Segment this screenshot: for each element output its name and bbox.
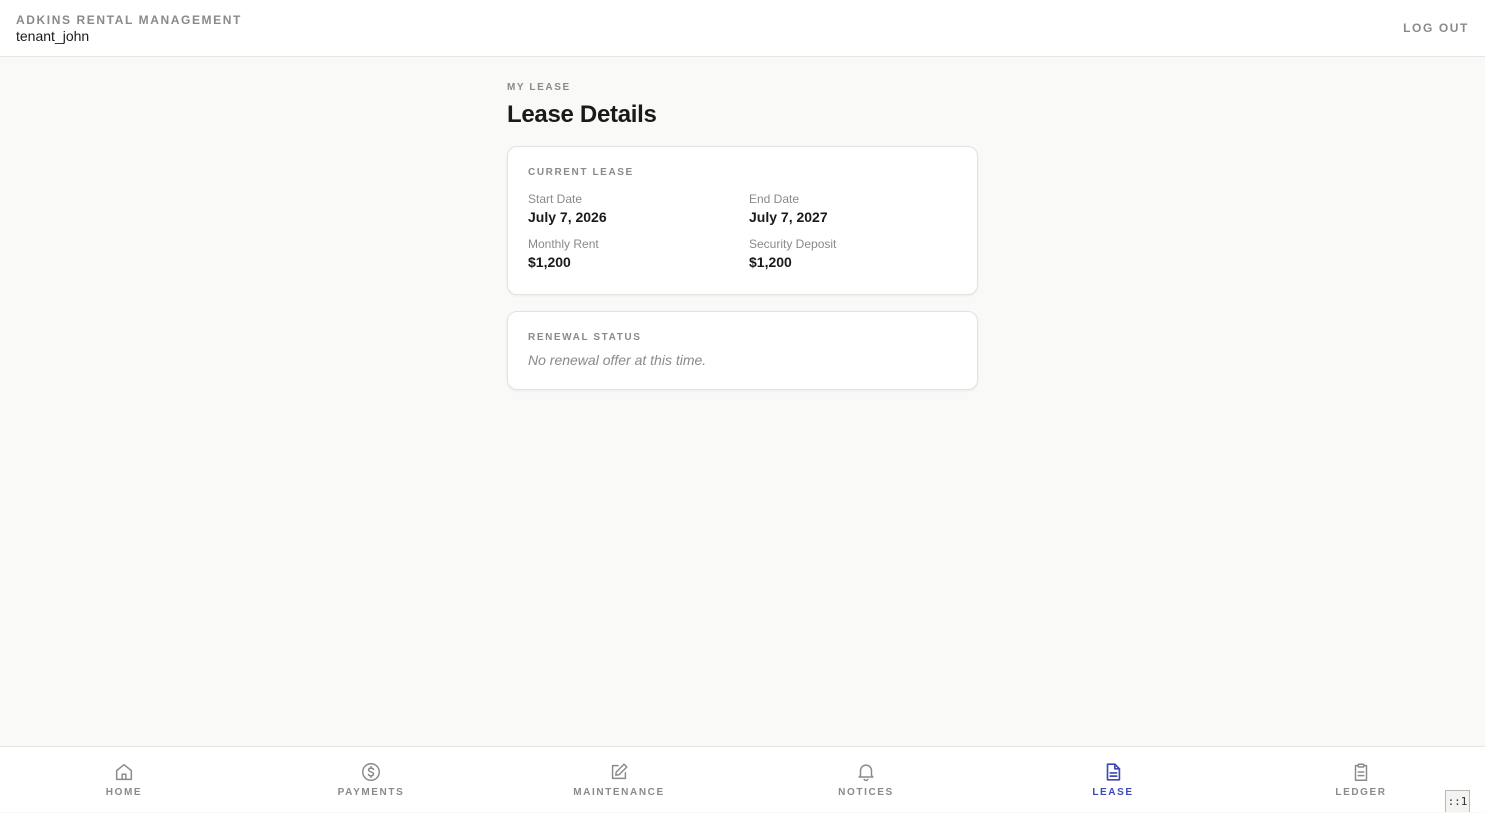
nav-label-home: HOME [105, 787, 143, 798]
document-icon [1106, 763, 1121, 781]
current-lease-card: CURRENT LEASE Start Date July 7, 2026 En… [507, 146, 978, 295]
nav-item-payments[interactable]: PAYMENTS [311, 747, 431, 813]
end-date-label: End Date [749, 192, 800, 206]
nav-item-ledger[interactable]: LEDGER [1301, 747, 1421, 813]
nav-item-home[interactable]: HOME [64, 747, 184, 813]
bottom-nav: HOME PAYMENTS MAINTENANCE NOTICES LEASE [0, 746, 1485, 812]
start-date-label: Start Date [528, 192, 583, 206]
end-date-field: End Date July 7, 2027 [749, 192, 957, 225]
page-title: Lease Details [507, 101, 657, 128]
nav-label-notices: NOTICES [838, 787, 894, 798]
bell-icon [858, 764, 874, 782]
edit-icon [611, 763, 628, 780]
monthly-rent-value: $1,200 [528, 254, 571, 270]
monthly-rent-label: Monthly Rent [528, 237, 599, 251]
corner-tag: ::1 [1445, 790, 1470, 812]
username: tenant_john [16, 28, 90, 44]
start-date-field: Start Date July 7, 2026 [528, 192, 749, 225]
lease-details-grid: Start Date July 7, 2026 End Date July 7,… [528, 192, 957, 270]
end-date-value: July 7, 2027 [749, 209, 828, 225]
nav-label-lease: LEASE [1092, 787, 1134, 798]
security-deposit-field: Security Deposit $1,200 [749, 237, 957, 270]
security-deposit-value: $1,200 [749, 254, 792, 270]
nav-item-lease[interactable]: LEASE [1053, 747, 1173, 813]
monthly-rent-field: Monthly Rent $1,200 [528, 237, 749, 270]
home-icon [115, 763, 133, 781]
start-date-value: July 7, 2026 [528, 209, 607, 225]
renewal-status-label: RENEWAL STATUS [528, 332, 642, 343]
nav-item-notices[interactable]: NOTICES [806, 747, 926, 813]
security-deposit-label: Security Deposit [749, 237, 837, 251]
page-eyebrow: MY LEASE [507, 82, 571, 93]
clipboard-icon [1354, 763, 1368, 781]
brand-name: ADKINS RENTAL MANAGEMENT [16, 13, 242, 27]
main-content: MY LEASE Lease Details CURRENT LEASE Sta… [507, 57, 978, 390]
logout-button[interactable]: LOG OUT [1403, 21, 1469, 35]
renewal-status-text: No renewal offer at this time. [528, 352, 707, 368]
renewal-status-card: RENEWAL STATUS No renewal offer at this … [507, 311, 978, 390]
current-lease-label: CURRENT LEASE [528, 167, 634, 178]
nav-label-payments: PAYMENTS [337, 787, 405, 798]
dollar-circle-icon [362, 763, 380, 781]
nav-item-maintenance[interactable]: MAINTENANCE [559, 747, 679, 813]
nav-label-ledger: LEDGER [1335, 787, 1387, 798]
top-bar: ADKINS RENTAL MANAGEMENT tenant_john LOG… [0, 0, 1485, 57]
nav-label-maintenance: MAINTENANCE [573, 787, 665, 798]
